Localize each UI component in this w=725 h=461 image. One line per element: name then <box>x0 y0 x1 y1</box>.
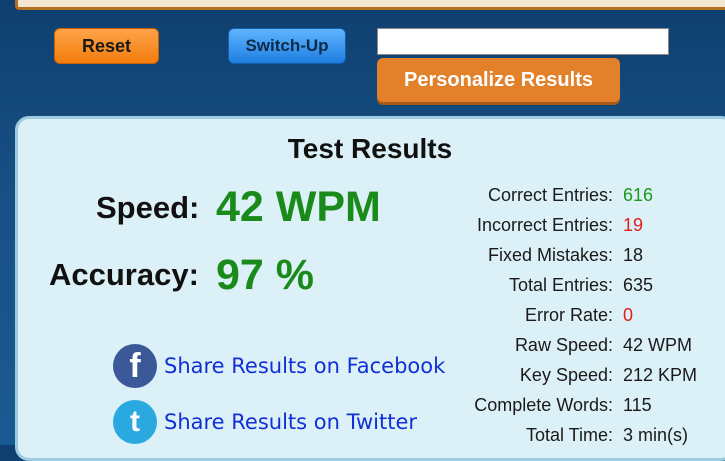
accuracy-value: 97 % <box>216 251 315 299</box>
stat-row: Correct Entries: 616 <box>440 180 720 210</box>
stat-row: Incorrect Entries: 19 <box>440 210 720 240</box>
reset-button[interactable]: Reset <box>54 28 159 64</box>
stats-list: Correct Entries: 616 Incorrect Entries: … <box>440 180 720 450</box>
top-frame-bar <box>15 0 725 10</box>
name-input[interactable] <box>377 28 669 55</box>
stat-row: Total Entries: 635 <box>440 270 720 300</box>
stat-row: Error Rate: 0 <box>440 300 720 330</box>
stat-row: Complete Words: 115 <box>440 390 720 420</box>
switch-up-button[interactable]: Switch-Up <box>228 28 346 64</box>
share-facebook-label[interactable]: Share Results on Facebook <box>164 354 445 378</box>
stat-value: 19 <box>623 214 644 235</box>
stat-label: Total Time: <box>525 424 613 445</box>
accuracy-label: Accuracy: <box>49 257 199 292</box>
stat-row: Key Speed: 212 KPM <box>440 360 720 390</box>
stat-row: Raw Speed: 42 WPM <box>440 330 720 360</box>
share-twitter-label[interactable]: Share Results on Twitter <box>164 410 417 434</box>
stat-value: 212 KPM <box>623 364 698 385</box>
stat-value: 0 <box>623 304 634 325</box>
results-title: Test Results <box>287 133 453 164</box>
twitter-icon: t <box>113 400 157 444</box>
stat-label: Error Rate: <box>524 304 613 325</box>
stat-value: 616 <box>623 184 654 205</box>
facebook-icon: f <box>113 344 157 388</box>
stat-label: Complete Words: <box>474 394 613 415</box>
stat-label: Fixed Mistakes: <box>487 244 613 265</box>
share-facebook-link[interactable]: f Share Results on Facebook <box>113 344 445 388</box>
stat-label: Total Entries: <box>508 274 613 295</box>
stat-row: Fixed Mistakes: 18 <box>440 240 720 270</box>
speed-value: 42 WPM <box>216 183 381 231</box>
stat-label: Correct Entries: <box>487 184 613 205</box>
share-twitter-link[interactable]: t Share Results on Twitter <box>113 400 417 444</box>
speed-label: Speed: <box>96 190 200 225</box>
stat-value: 3 min(s) <box>623 424 689 445</box>
stat-label: Key Speed: <box>519 364 613 385</box>
stat-value: 115 <box>623 394 652 415</box>
stat-value: 635 <box>623 274 654 295</box>
personalize-results-button[interactable]: Personalize Results <box>377 58 620 102</box>
stat-value: 18 <box>623 244 644 265</box>
stat-value: 42 WPM <box>623 334 693 355</box>
stat-label: Raw Speed: <box>514 334 613 355</box>
stat-label: Incorrect Entries: <box>476 214 613 235</box>
stat-row: Total Time: 3 min(s) <box>440 420 720 450</box>
